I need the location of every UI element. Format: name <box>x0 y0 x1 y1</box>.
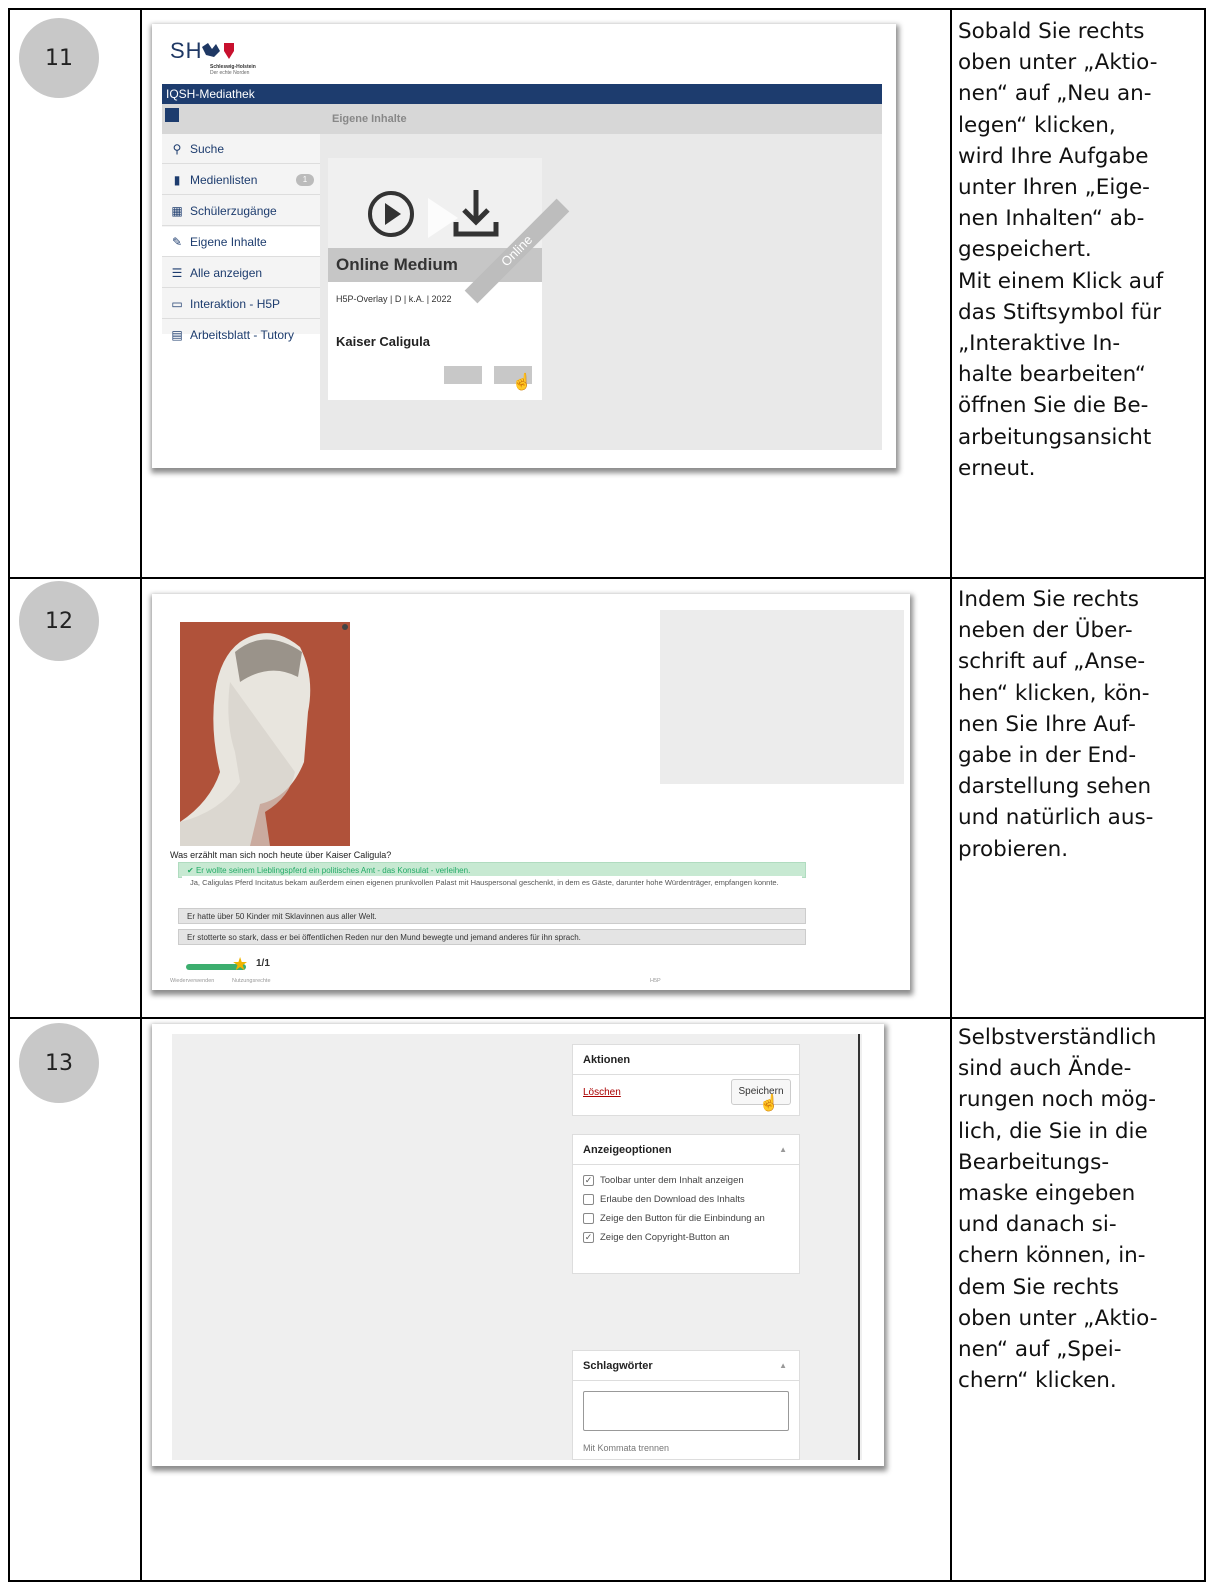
menu-icon[interactable] <box>165 108 179 122</box>
tags-header: Schlagwörter ▲ <box>573 1351 799 1381</box>
bookmark-icon: ▮ <box>173 173 181 187</box>
search-icon: ⚲ <box>172 142 182 156</box>
star-icon: ★ <box>232 954 249 974</box>
grid-icon: ▦ <box>171 204 183 218</box>
option-toolbar[interactable]: ✓ Toolbar unter dem Inhalt anzeigen <box>573 1171 799 1190</box>
answer-explanation: Ja, Caligulas Pferd Incitatus bekam auße… <box>182 876 802 900</box>
step-number-11: 11 <box>19 18 99 98</box>
delete-link[interactable]: Löschen <box>583 1087 621 1098</box>
option-download[interactable]: Erlaube den Download des Inhalts <box>573 1190 799 1209</box>
sidebar-item-eigene-inhalte[interactable]: ✎ Eigene Inhalte <box>162 227 320 257</box>
actions-box: Aktionen Löschen Speichern ☝ <box>572 1044 800 1116</box>
collapse-icon[interactable]: ▲ <box>779 1135 787 1165</box>
reuse-link[interactable]: Wiederverwenden <box>170 978 214 984</box>
media-card[interactable]: Online Medium Online H5P-Overlay | D | k… <box>328 158 570 400</box>
sidebar-item-schuelerzugaenge[interactable]: ▦ Schülerzugänge <box>162 196 320 226</box>
pointer-hand-icon: ☝ <box>759 1095 779 1112</box>
option-embed[interactable]: Zeige den Button für die Einbindung an <box>573 1209 799 1228</box>
actions-title: Aktionen <box>573 1045 799 1075</box>
row-divider <box>10 1017 1204 1019</box>
column-divider <box>140 10 142 1580</box>
count-badge: 1 <box>296 174 314 186</box>
step-12-description: Indem Sie rechts neben der Über- schrift… <box>958 587 1154 862</box>
rights-link[interactable]: Nutzungsrechte <box>232 978 271 984</box>
screenshot-mediathek: SH Schleswig-Holstein Der echte Norden I… <box>152 24 896 468</box>
display-options-box: Anzeigeoptionen ▲ ✓ Toolbar unter dem Inha… <box>572 1134 800 1274</box>
step-number-13: 13 <box>19 1023 99 1103</box>
option-copyright[interactable]: ✓ Zeige den Copyright-Button an <box>573 1228 799 1247</box>
side-panel <box>660 610 904 784</box>
tags-hint: Mit Kommata trennen <box>583 1443 670 1453</box>
screenshot-h5p-preview: Was erzählt man sich noch heute über Kai… <box>152 594 910 990</box>
card-name: Kaiser Caligula <box>336 334 430 349</box>
checkbox-unchecked[interactable] <box>583 1213 594 1224</box>
checkbox-checked[interactable]: ✓ <box>583 1232 594 1243</box>
answer-option[interactable]: Er stotterte so stark, dass er bei öffen… <box>178 929 806 945</box>
step-number-12: 12 <box>19 581 99 661</box>
column-divider <box>950 10 952 1580</box>
monitor-icon: ▭ <box>171 297 183 311</box>
sidebar-item-arbeitsblatt[interactable]: ▤ Arbeitsblatt - Tutory <box>162 320 320 350</box>
collapse-icon[interactable]: ▲ <box>779 1351 787 1381</box>
score-text: 1/1 <box>256 958 270 969</box>
play-download-icon <box>368 190 499 238</box>
step-11-description: Sobald Sie rechts oben unter „Aktio- nen… <box>958 19 1164 481</box>
quiz-question: Was erzählt man sich noch heute über Kai… <box>170 850 392 860</box>
logo-tagline: Der echte Norden <box>210 70 250 76</box>
card-meta: H5P-Overlay | D | k.A. | 2022 <box>336 294 452 304</box>
pointer-hand-icon: ☝ <box>512 374 532 391</box>
tags-box: Schlagwörter ▲ Mit Kommata trennen <box>572 1350 800 1460</box>
coat-of-arms-icon <box>202 43 234 59</box>
scroll-divider <box>858 1034 860 1460</box>
checkbox-unchecked[interactable] <box>583 1194 594 1205</box>
sidebar-item-medienlisten[interactable]: ▮ Medienlisten 1 <box>162 165 320 195</box>
bookmark-button[interactable] <box>444 366 482 384</box>
row-divider <box>10 577 1204 579</box>
edit-icon: ✎ <box>171 235 183 249</box>
step-13-description: Selbstverständlich sind auch Ände- runge… <box>958 1025 1158 1394</box>
caligula-bust-image <box>180 622 350 846</box>
checkbox-checked[interactable]: ✓ <box>583 1175 594 1186</box>
answer-option[interactable]: Er hatte über 50 Kinder mit Sklavinnen a… <box>178 908 806 924</box>
sh-logo: SH <box>170 38 203 63</box>
tags-input[interactable] <box>583 1391 789 1431</box>
display-options-header: Anzeigeoptionen ▲ <box>573 1135 799 1165</box>
screenshot-edit-sidebar: Aktionen Löschen Speichern ☝ Anzeigeopti… <box>152 1024 884 1466</box>
sidebar-item-alle-anzeigen[interactable]: ☰ Alle anzeigen <box>162 258 320 288</box>
list-icon: ☰ <box>171 266 183 280</box>
sidebar-item-suche[interactable]: ⚲ Suche <box>162 134 320 164</box>
h5p-logo: H5P <box>650 978 661 984</box>
breadcrumb: Eigene Inhalte <box>332 113 407 125</box>
app-title-bar: IQSH-Mediathek <box>162 84 882 104</box>
breadcrumb-bar <box>162 104 882 134</box>
document-icon: ▤ <box>171 328 183 342</box>
sidebar-item-interaktion[interactable]: ▭ Interaktion - H5P <box>162 289 320 319</box>
